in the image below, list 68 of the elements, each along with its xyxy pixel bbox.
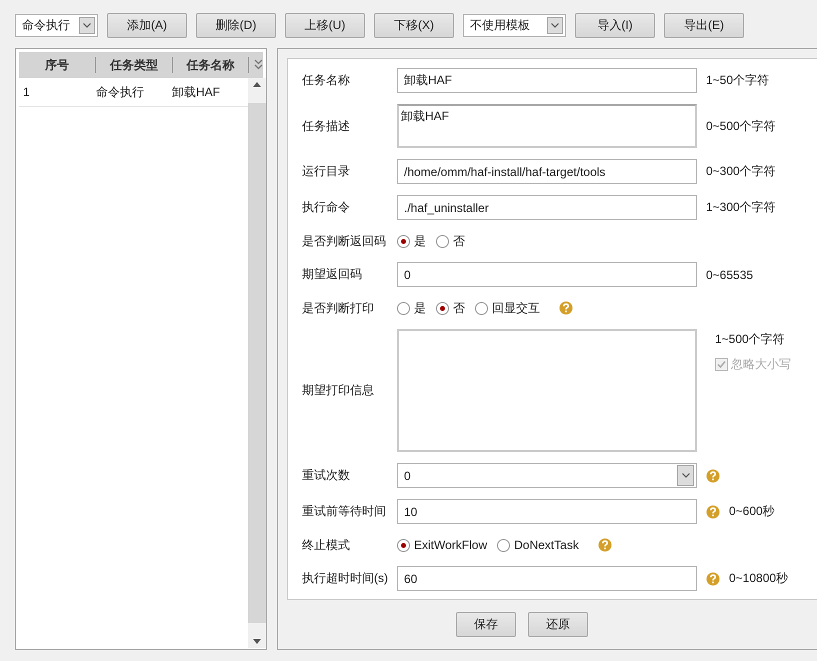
input-field[interactable]: /home/omm/haf-install/haf-target/tools xyxy=(397,159,697,184)
scroll-down-icon[interactable] xyxy=(253,639,261,644)
column-header[interactable]: 序号 xyxy=(19,57,96,73)
radio-button[interactable] xyxy=(475,302,488,314)
help-icon[interactable] xyxy=(706,468,720,482)
radio-button[interactable] xyxy=(397,234,410,248)
field-label: 执行超时时间(s) xyxy=(302,570,389,587)
field-label: 重试次数 xyxy=(302,467,351,484)
field-hint: 1~300个字符 xyxy=(706,199,776,216)
field-label: 执行命令 xyxy=(302,199,351,216)
radio-option[interactable]: 否 xyxy=(436,300,465,316)
table-cell-text: 卸载HAF xyxy=(172,84,221,100)
field-label: 是否判断返回码 xyxy=(302,232,387,250)
column-header[interactable]: 任务名称 xyxy=(172,57,250,73)
radio-button[interactable] xyxy=(497,538,510,552)
radio-button[interactable] xyxy=(397,538,410,552)
help-icon[interactable] xyxy=(598,538,612,552)
field-hint: 1~50个字符 xyxy=(706,72,770,89)
radio-option[interactable]: ExitWorkFlow xyxy=(397,538,488,552)
help-icon[interactable] xyxy=(706,572,720,586)
field-hint: 0~500个字符 xyxy=(706,118,776,134)
field-hint: 1~500个字符 xyxy=(715,331,786,348)
field-label: 重试前等待时间 xyxy=(302,503,387,520)
radio-option[interactable]: 是 xyxy=(397,300,426,316)
field-hint: 0~600秒 xyxy=(729,503,775,520)
footer-button[interactable]: 保存 xyxy=(456,612,516,637)
table-cell-text: 命令执行 xyxy=(96,84,145,100)
toolbar-button[interactable]: 下移(X) xyxy=(374,13,454,38)
template-dropdown[interactable]: 不使用模板 xyxy=(463,14,566,37)
field-label: 期望返回码 xyxy=(302,266,363,283)
radio-option[interactable]: 是 xyxy=(397,232,426,250)
radio-option[interactable]: 回显交互 xyxy=(475,300,540,316)
toolbar-button[interactable]: 导入(I) xyxy=(575,13,655,38)
radio-button[interactable] xyxy=(397,302,410,314)
field-label: 是否判断打印 xyxy=(302,300,375,316)
table-cell-text: 1 xyxy=(22,85,31,99)
field-hint: 0~65535 xyxy=(706,268,754,282)
column-header[interactable]: 任务类型 xyxy=(96,57,173,73)
radio-button[interactable] xyxy=(436,234,449,248)
checkbox-option: 忽略大小写 xyxy=(715,356,791,373)
radio-option[interactable]: 否 xyxy=(436,232,465,250)
help-icon[interactable] xyxy=(706,504,720,518)
task-type-dropdown[interactable]: 命令执行 xyxy=(15,14,98,37)
radio-option[interactable]: DoNextTask xyxy=(497,538,579,552)
help-icon[interactable] xyxy=(559,301,573,315)
field-hint: 0~10800秒 xyxy=(729,570,788,587)
input-field[interactable]: 10 xyxy=(397,499,697,524)
toolbar-button[interactable]: 添加(A) xyxy=(107,13,187,38)
toolbar-button[interactable]: 删除(D) xyxy=(196,13,276,38)
field-label: 任务描述 xyxy=(302,118,351,134)
field-label: 运行目录 xyxy=(302,163,351,180)
toolbar-button[interactable]: 上移(U) xyxy=(285,13,365,38)
footer-button[interactable]: 还原 xyxy=(528,612,588,637)
dropdown[interactable]: 0 xyxy=(397,463,697,488)
toolbar-button[interactable]: 导出(E) xyxy=(664,13,744,38)
text-area[interactable]: 卸载HAF xyxy=(397,104,697,148)
text-area[interactable] xyxy=(397,329,697,452)
column-chooser-icon[interactable] xyxy=(254,59,263,71)
input-field[interactable]: 卸载HAF xyxy=(397,68,697,93)
field-label: 期望打印信息 xyxy=(302,382,375,399)
field-hint: 0~300个字符 xyxy=(706,163,776,180)
scroll-up-icon[interactable] xyxy=(253,82,261,87)
field-label: 任务名称 xyxy=(302,72,351,89)
input-field[interactable]: 0 xyxy=(397,262,697,287)
input-field[interactable]: 60 xyxy=(397,566,697,591)
radio-button[interactable] xyxy=(436,302,449,314)
field-label: 终止模式 xyxy=(302,536,351,554)
input-field[interactable]: ./haf_uninstaller xyxy=(397,195,697,220)
